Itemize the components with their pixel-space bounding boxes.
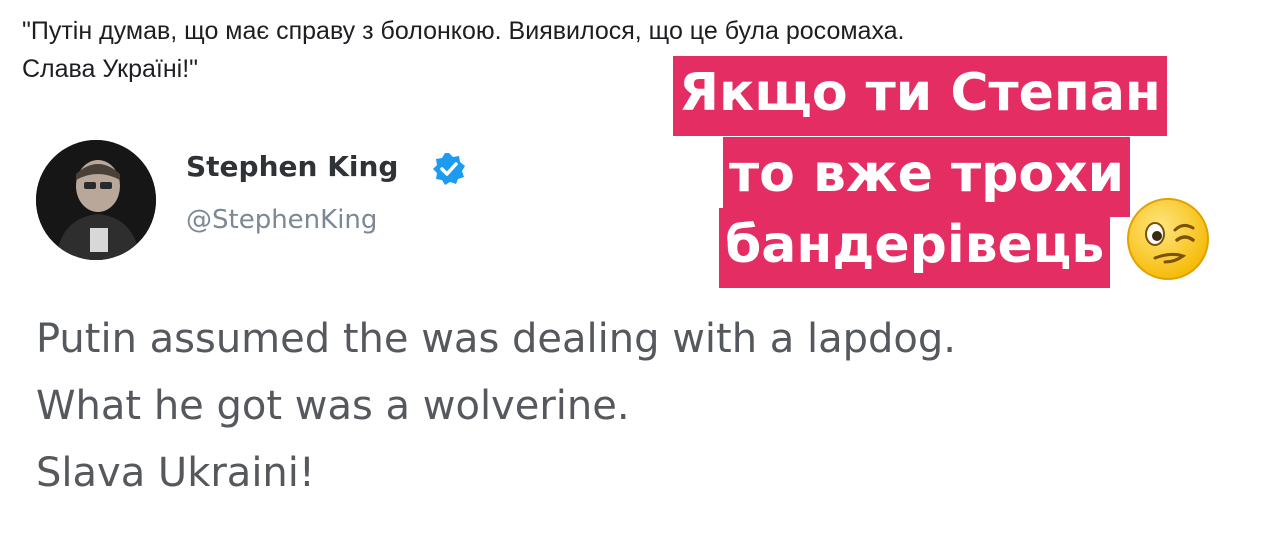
- tweet-line: Slava Ukraini!: [36, 450, 315, 496]
- author-name[interactable]: Stephen King: [186, 150, 398, 183]
- sticker-line-3: бандерівець: [719, 208, 1111, 288]
- avatar[interactable]: [36, 140, 156, 260]
- caption-line-1: "Путін думав, що має справу з болонкою. …: [22, 17, 905, 45]
- author-handle[interactable]: @StephenKing: [186, 205, 377, 235]
- sticker-line-2: то вже трохи: [723, 137, 1131, 217]
- verified-badge-icon: [433, 153, 465, 185]
- tweet-line: What he got was a wolverine.: [36, 383, 630, 429]
- tweet-line: Putin assumed the was dealing with a lap…: [36, 316, 956, 362]
- sticker-line-1: Якщо ти Степан: [673, 56, 1167, 136]
- tweet-text: Putin assumed the was dealing with a lap…: [36, 306, 956, 507]
- winking-face-icon: [1127, 198, 1209, 280]
